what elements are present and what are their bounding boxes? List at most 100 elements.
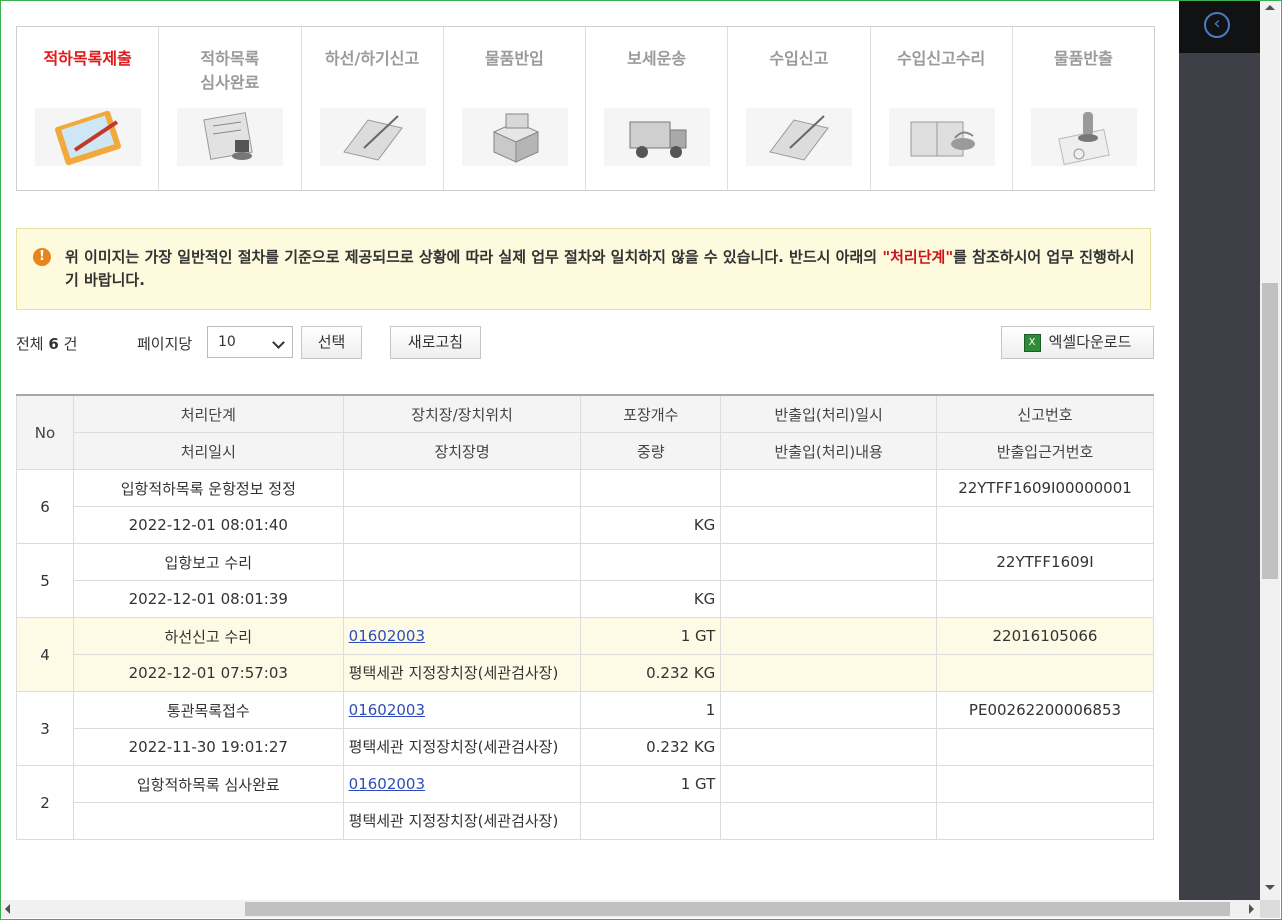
inout-desc-cell xyxy=(720,654,937,692)
step-item[interactable]: 적하목록제출 xyxy=(17,27,160,190)
table-row: 2022-11-30 19:01:27 평택세관 지정장치장(세관검사장) 0.23… xyxy=(17,728,1154,766)
step-item[interactable]: 물품반출 xyxy=(1013,27,1154,190)
package-count-cell: 1 GT xyxy=(580,765,722,803)
chevron-down-icon xyxy=(272,336,285,349)
table-row: 3 통관목록접수 01602003 1 PE00262200006853 xyxy=(16,691,1154,766)
excel-icon: X xyxy=(1023,333,1041,352)
total-count: 전체 6 건 xyxy=(16,335,78,353)
inout-desc-cell xyxy=(720,580,937,618)
stage-cell: 입항적하목록 심사완료 xyxy=(72,765,344,803)
location-name-cell: 평택세관 지정장치장(세관검사장) xyxy=(342,654,582,692)
step-label: 수입신고 xyxy=(769,49,829,68)
process-datetime-cell: 2022-12-01 07:57:03 xyxy=(72,654,344,692)
declaration-number-cell xyxy=(936,765,1154,803)
step-label: 보세운송 xyxy=(627,49,687,68)
book-pen-icon xyxy=(319,108,426,166)
step-label: 물품반입 xyxy=(484,49,544,68)
row-number: 3 xyxy=(16,691,74,766)
table-row: 2022-12-01 07:57:03 평택세관 지정장치장(세관검사장) 0.23… xyxy=(17,654,1154,692)
stage-cell: 하선신고 수리 xyxy=(72,617,344,655)
scroll-left-icon[interactable] xyxy=(5,904,10,914)
weight-cell xyxy=(580,802,722,840)
vertical-scroll-thumb[interactable] xyxy=(1262,283,1278,579)
col-header: 중량 xyxy=(580,432,722,470)
side-panel-header: ‹ xyxy=(1179,1,1260,53)
col-header-no: No xyxy=(16,394,74,470)
perpage-select[interactable]: 10 xyxy=(207,326,293,358)
location-link[interactable]: 01602003 xyxy=(349,775,425,793)
package-count-cell xyxy=(580,469,722,507)
excel-download-button[interactable]: X 엑셀다운로드 xyxy=(1001,326,1154,359)
weight-cell: KG xyxy=(580,506,722,544)
stamp-icon xyxy=(1030,108,1137,166)
location-link[interactable]: 01602003 xyxy=(349,701,425,719)
weight-cell: 0.232 KG xyxy=(580,728,722,766)
col-header: 반출입근거번호 xyxy=(936,432,1154,470)
process-datetime-cell xyxy=(72,802,344,840)
back-arrow-icon[interactable]: ‹ xyxy=(1204,12,1230,38)
package-count-cell xyxy=(580,543,722,581)
step-label: 수입신고수리 xyxy=(896,49,986,68)
truck-icon xyxy=(604,108,710,166)
boxes-icon xyxy=(461,108,568,166)
horizontal-scroll-thumb[interactable] xyxy=(245,902,1230,916)
col-header: 장치장명 xyxy=(342,432,582,470)
list-toolbar: 전체 6 건 페이지당 10 선택 새로고침 X 엑셀다운로드 xyxy=(16,325,1155,361)
stage-cell: 통관목록접수 xyxy=(72,691,344,729)
process-datetime-cell: 2022-12-01 08:01:39 xyxy=(72,580,344,618)
basis-number-cell xyxy=(936,506,1154,544)
declaration-number-cell: 22YTFF1609I00000001 xyxy=(936,469,1154,507)
inout-datetime-cell xyxy=(720,469,937,507)
step-label: 적하목록제출 xyxy=(43,49,132,68)
scroll-down-icon[interactable] xyxy=(1265,885,1275,890)
col-header: 포장개수 xyxy=(580,394,722,433)
inout-desc-cell xyxy=(720,506,937,544)
document-stamp-icon xyxy=(177,108,284,166)
notice-box: ! 위 이미지는 가장 일반적인 절차를 기준으로 제공되므로 상황에 따라 실… xyxy=(16,228,1151,310)
row-number: 5 xyxy=(16,543,74,618)
step-item[interactable]: 보세운송 xyxy=(586,27,729,190)
notice-text: 위 이미지는 가장 일반적인 절차를 기준으로 제공되므로 상황에 따라 실제 … xyxy=(65,248,1135,289)
weight-cell: 0.232 KG xyxy=(580,654,722,692)
step-item[interactable]: 수입신고수리 xyxy=(871,27,1013,190)
declaration-number-cell: 22YTFF1609I xyxy=(936,543,1154,581)
step-label: 적하목록 심사완료 xyxy=(200,49,260,92)
location-cell: 01602003 xyxy=(342,617,582,655)
declaration-number-cell: PE00262200006853 xyxy=(936,691,1154,729)
step-item[interactable]: 하선/하기신고 xyxy=(302,27,444,190)
location-cell: 01602003 xyxy=(342,691,582,729)
location-name-cell xyxy=(342,580,582,618)
weight-cell: KG xyxy=(580,580,722,618)
col-header: 장치장/장치위치 xyxy=(342,394,582,433)
process-datetime-cell: 2022-11-30 19:01:27 xyxy=(72,728,344,766)
basis-number-cell xyxy=(936,654,1154,692)
book-pen-icon xyxy=(746,108,853,166)
refresh-button[interactable]: 새로고침 xyxy=(390,326,481,359)
table-row: 6 입항적하목록 운항정보 정정 22YTFF1609I00000001 xyxy=(16,469,1154,544)
inout-desc-cell xyxy=(720,728,937,766)
location-link[interactable]: 01602003 xyxy=(349,627,425,645)
row-number: 4 xyxy=(16,617,74,692)
table-row: 2 입항적하목록 심사완료 01602003 1 GT xyxy=(16,765,1154,840)
scroll-corner xyxy=(1260,900,1280,918)
perpage-label: 페이지당 xyxy=(137,335,193,353)
location-cell xyxy=(342,543,582,581)
package-count-cell: 1 GT xyxy=(580,617,722,655)
scroll-up-icon[interactable] xyxy=(1265,5,1275,10)
horizontal-scrollbar[interactable] xyxy=(1,900,1260,918)
step-item[interactable]: 수입신고 xyxy=(728,27,871,190)
select-button[interactable]: 선택 xyxy=(301,326,362,359)
vertical-scrollbar[interactable] xyxy=(1260,1,1280,900)
col-header: 처리단계 xyxy=(72,394,344,433)
inout-desc-cell xyxy=(720,802,937,840)
step-item[interactable]: 물품반입 xyxy=(444,27,586,190)
basis-number-cell xyxy=(936,802,1154,840)
location-name-cell xyxy=(342,506,582,544)
process-table: No 처리단계 장치장/장치위치 포장개수 반출입(처리)일시 신고번호 처리일… xyxy=(16,394,1154,840)
scroll-right-icon[interactable] xyxy=(1249,904,1254,914)
process-datetime-cell: 2022-12-01 08:01:40 xyxy=(72,506,344,544)
location-cell xyxy=(342,469,582,507)
step-item[interactable]: 적하목록 심사완료 xyxy=(159,27,302,190)
basis-number-cell xyxy=(936,728,1154,766)
col-header: 반출입(처리)일시 xyxy=(720,394,937,433)
